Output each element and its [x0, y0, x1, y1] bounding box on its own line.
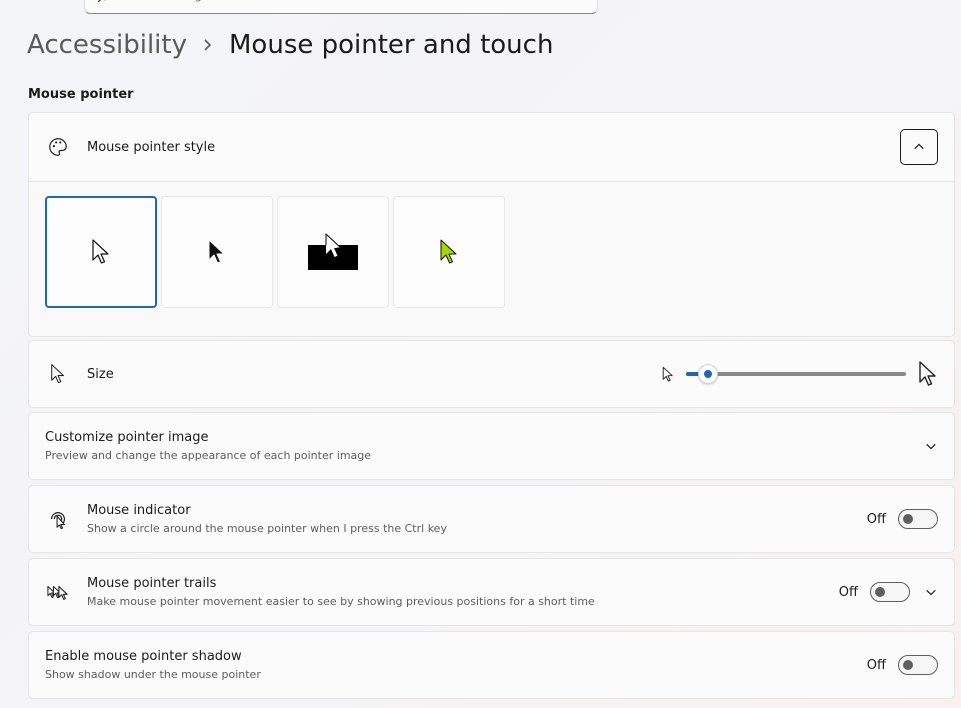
- pointer-style-title: Mouse pointer style: [87, 139, 216, 155]
- pointer-trails-icon: [45, 579, 71, 605]
- pointer-style-options: [29, 181, 954, 336]
- green-cursor-icon: [440, 239, 457, 264]
- trails-subtitle: Make mouse pointer movement easier to se…: [87, 595, 595, 608]
- white-cursor-icon: [92, 239, 109, 264]
- chevron-right-icon: [204, 39, 212, 51]
- shadow-title: Enable mouse pointer shadow: [45, 649, 242, 664]
- trails-title: Mouse pointer trails: [87, 576, 217, 591]
- indicator-subtitle: Show a circle around the mouse pointer w…: [87, 522, 447, 535]
- size-title: Size: [87, 366, 114, 382]
- slider-track: [686, 372, 906, 376]
- palette-icon: [45, 134, 71, 160]
- chevron-down-icon[interactable]: [924, 439, 938, 453]
- search-box[interactable]: [84, 0, 598, 14]
- page-title: Mouse pointer and touch: [229, 30, 554, 60]
- size-card: Size: [28, 340, 955, 408]
- indicator-state: Off: [866, 511, 886, 527]
- slider-thumb[interactable]: [698, 364, 718, 384]
- cursor-icon: [45, 361, 71, 387]
- shadow-toggle[interactable]: [898, 655, 938, 675]
- trails-card: Mouse pointer trails Make mouse pointer …: [28, 558, 955, 626]
- chevron-up-icon: [914, 143, 924, 150]
- section-title: Mouse pointer: [28, 87, 134, 102]
- pointer-style-inverted[interactable]: [277, 196, 389, 308]
- breadcrumb-accessibility[interactable]: Accessibility: [27, 30, 187, 60]
- shadow-subtitle: Show shadow under the mouse pointer: [45, 668, 261, 681]
- collapse-button[interactable]: [900, 129, 938, 165]
- indicator-card: Mouse indicator Show a circle around the…: [28, 485, 955, 553]
- breadcrumb: Accessibility Mouse pointer and touch: [27, 30, 553, 60]
- pointer-style-custom[interactable]: [393, 196, 505, 308]
- search-icon: [97, 0, 107, 3]
- pointer-style-header[interactable]: Mouse pointer style: [29, 113, 954, 181]
- indicator-title: Mouse indicator: [87, 503, 191, 518]
- shadow-state: Off: [866, 657, 886, 673]
- size-slider[interactable]: [686, 364, 906, 384]
- black-cursor-icon: [208, 239, 225, 264]
- customize-title: Customize pointer image: [45, 430, 209, 445]
- pointer-style-card: Mouse pointer style: [28, 112, 955, 337]
- customize-subtitle: Preview and change the appearance of eac…: [45, 449, 372, 462]
- pointer-style-white[interactable]: [45, 196, 157, 308]
- small-cursor-icon: [662, 366, 673, 382]
- trails-state: Off: [838, 584, 858, 600]
- inverted-cursor-icon: [308, 233, 358, 270]
- customize-card[interactable]: Customize pointer image Preview and chan…: [28, 412, 955, 480]
- search-input[interactable]: [121, 0, 521, 2]
- pointer-style-black[interactable]: [161, 196, 273, 308]
- large-cursor-icon: [919, 361, 936, 386]
- indicator-toggle[interactable]: [898, 509, 938, 529]
- mouse-indicator-icon: [45, 506, 71, 532]
- chevron-down-icon[interactable]: [924, 585, 938, 599]
- trails-toggle[interactable]: [870, 582, 910, 602]
- shadow-card: Enable mouse pointer shadow Show shadow …: [28, 631, 955, 699]
